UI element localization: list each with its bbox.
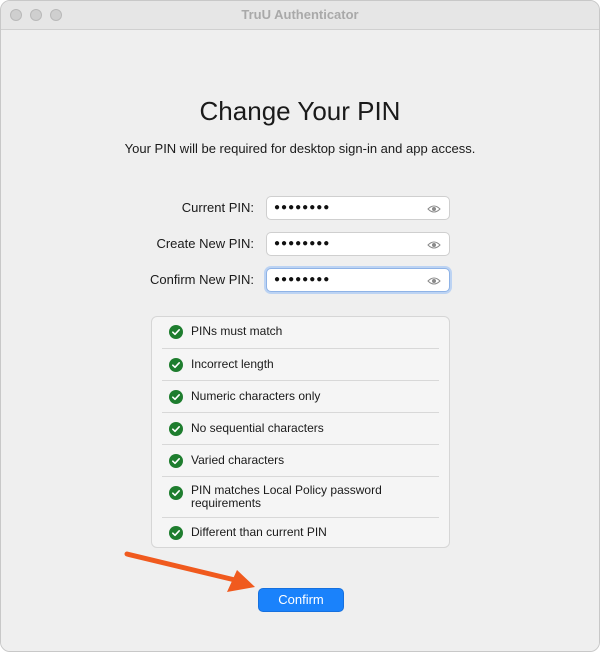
confirm-button[interactable]: Confirm	[258, 588, 344, 612]
check-circle-icon	[169, 526, 183, 540]
requirement-text: PINs must match	[191, 324, 283, 338]
list-item: PINs must match	[162, 317, 439, 349]
check-circle-icon	[169, 325, 183, 339]
page-subtitle: Your PIN will be required for desktop si…	[124, 141, 476, 156]
requirement-text: Different than current PIN	[191, 525, 327, 539]
create-pin-value: ●●●●●●●●	[274, 238, 331, 249]
check-circle-icon	[169, 358, 183, 372]
window-title: TruU Authenticator	[241, 7, 359, 22]
eye-icon[interactable]	[427, 203, 441, 215]
title-bar: TruU Authenticator	[1, 1, 599, 30]
confirm-pin-field[interactable]: ●●●●●●●●	[266, 268, 450, 292]
list-item: PIN matches Local Policy password requir…	[162, 477, 439, 518]
change-pin-panel: Change Your PIN Your PIN will be require…	[1, 30, 599, 651]
list-item: Varied characters	[162, 445, 439, 477]
current-pin-value: ●●●●●●●●	[274, 202, 331, 213]
confirm-pin-label: Confirm New PIN:	[149, 272, 254, 287]
requirement-text: No sequential characters	[191, 421, 324, 435]
list-item: No sequential characters	[162, 413, 439, 445]
requirement-text: Numeric characters only	[191, 389, 321, 403]
create-pin-field[interactable]: ●●●●●●●●	[266, 232, 450, 256]
eye-icon[interactable]	[427, 239, 441, 251]
list-item: Incorrect length	[162, 349, 439, 381]
check-circle-icon	[169, 422, 183, 436]
create-pin-row: Create New PIN: ●●●●●●●●	[1, 232, 599, 256]
pin-requirements-list: PINs must match Incorrect length Numeric…	[151, 316, 450, 548]
list-item: Numeric characters only	[162, 381, 439, 413]
requirement-text: PIN matches Local Policy password requir…	[191, 483, 382, 510]
create-pin-label: Create New PIN:	[156, 236, 254, 251]
check-circle-icon	[169, 390, 183, 404]
requirement-text: Varied characters	[191, 453, 285, 467]
list-item: Different than current PIN	[162, 518, 439, 547]
page-title: Change Your PIN	[199, 96, 401, 126]
current-pin-label: Current PIN:	[181, 200, 254, 215]
requirement-text: Incorrect length	[191, 357, 274, 371]
confirm-pin-value: ●●●●●●●●	[274, 274, 331, 285]
check-circle-icon	[169, 454, 183, 468]
check-circle-icon	[169, 486, 183, 500]
eye-icon[interactable]	[427, 275, 441, 287]
app-window: TruU Authenticator Change Your PIN Your …	[0, 0, 600, 652]
arrow-icon	[124, 551, 255, 592]
current-pin-row: Current PIN: ●●●●●●●●	[1, 196, 599, 220]
confirm-pin-row: Confirm New PIN: ●●●●●●●●	[1, 268, 599, 292]
current-pin-field[interactable]: ●●●●●●●●	[266, 196, 450, 220]
